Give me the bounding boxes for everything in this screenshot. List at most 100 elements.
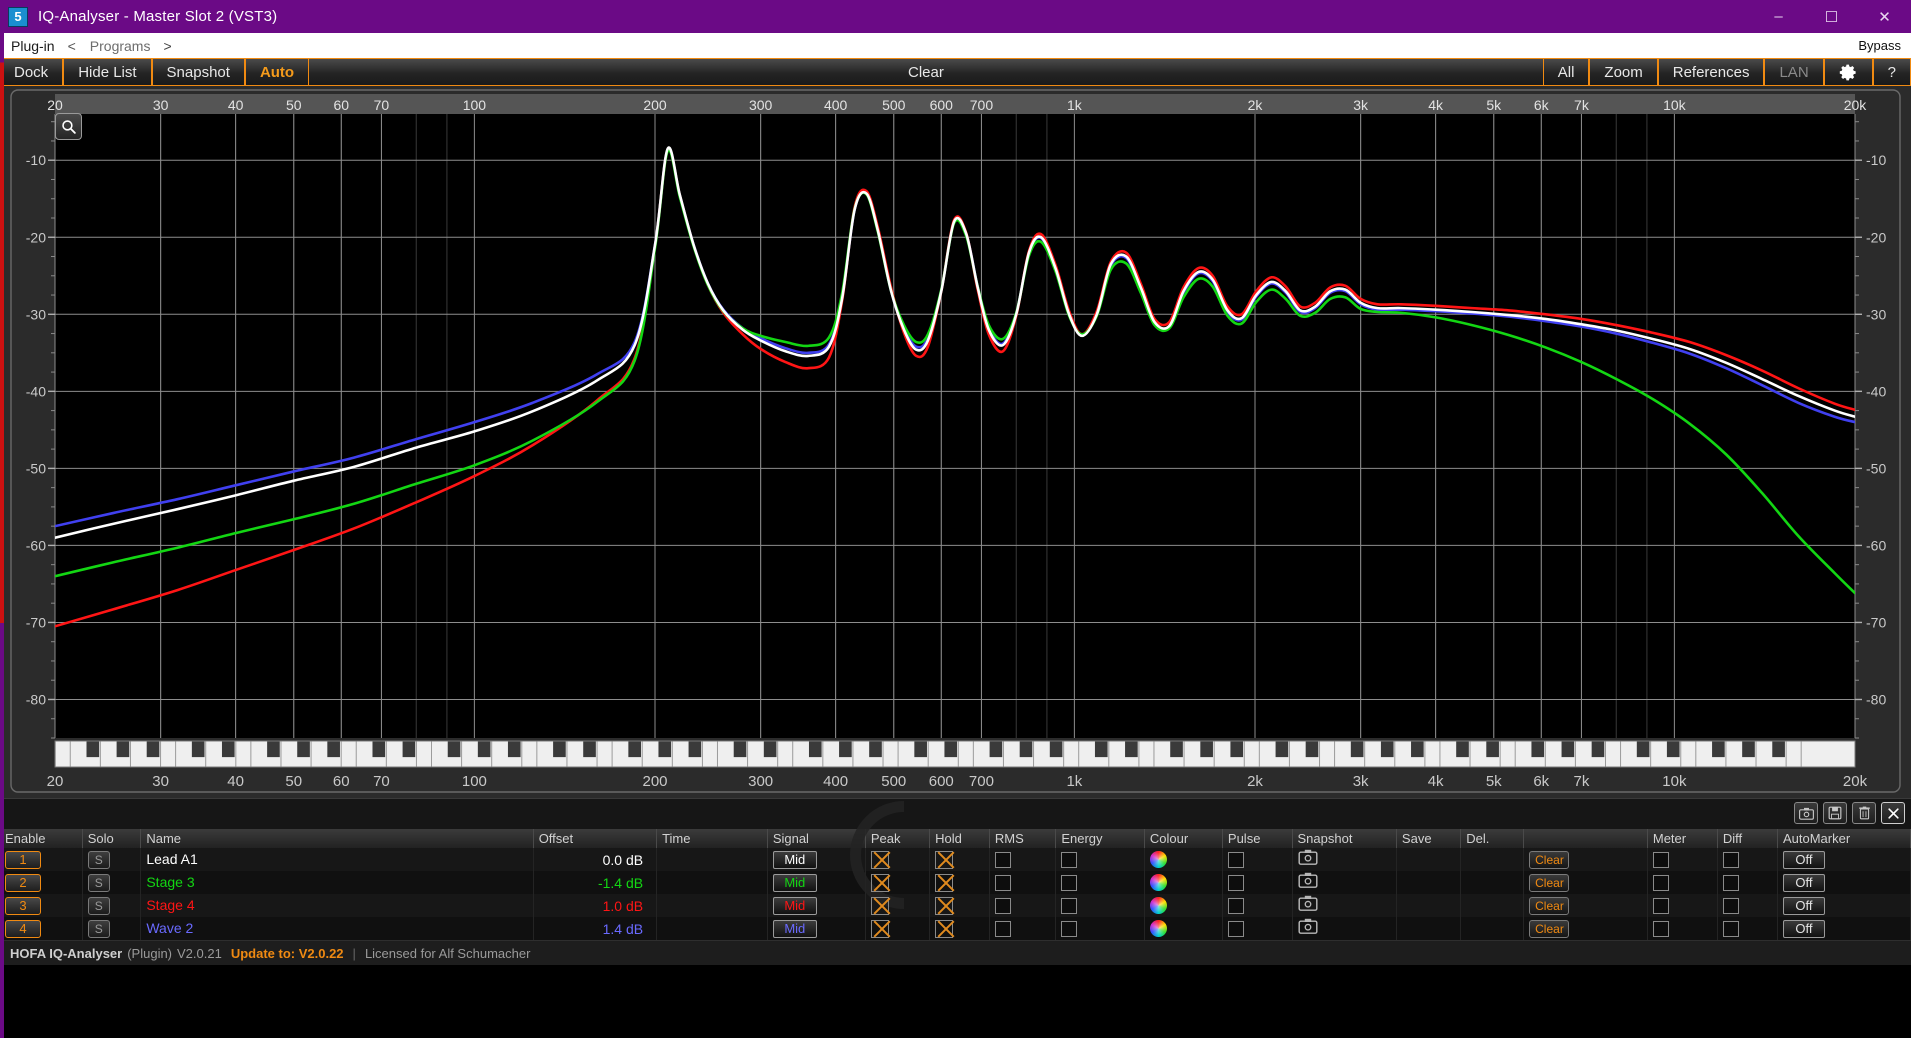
colour-wheel-icon[interactable] bbox=[1149, 897, 1167, 914]
diff-cell[interactable] bbox=[1717, 894, 1778, 917]
enable-cell[interactable]: 4 bbox=[0, 917, 83, 940]
del-cell[interactable] bbox=[1460, 894, 1525, 917]
lan-button[interactable]: LAN bbox=[1764, 59, 1824, 85]
energy-cell[interactable] bbox=[1055, 894, 1145, 917]
clear-cell[interactable]: Clear bbox=[1523, 894, 1648, 917]
graph-zoom-tool-button[interactable] bbox=[55, 113, 82, 140]
pulse-cell[interactable] bbox=[1222, 848, 1293, 871]
signal-mode-button[interactable]: Mid bbox=[772, 873, 817, 892]
diff-cell[interactable] bbox=[1717, 917, 1778, 940]
enable-button[interactable]: 3 bbox=[5, 896, 41, 915]
save-cell[interactable] bbox=[1396, 848, 1462, 871]
colour-cell[interactable] bbox=[1144, 848, 1223, 871]
rms-cell[interactable] bbox=[989, 848, 1057, 871]
zoom-button[interactable]: Zoom bbox=[1589, 59, 1658, 85]
program-prev-button[interactable]: < bbox=[68, 38, 76, 54]
clear-cell[interactable]: Clear bbox=[1523, 917, 1648, 940]
maximize-icon[interactable]: ☐ bbox=[1805, 0, 1858, 33]
signal-cell[interactable]: Mid bbox=[767, 917, 866, 940]
signal-cell[interactable]: Mid bbox=[767, 894, 866, 917]
enable-button[interactable]: 4 bbox=[5, 919, 41, 938]
camera-icon[interactable] bbox=[1297, 849, 1318, 865]
colour-cell[interactable] bbox=[1144, 894, 1223, 917]
automarker-cell[interactable]: Off bbox=[1777, 871, 1911, 894]
colour-wheel-icon[interactable] bbox=[1149, 920, 1167, 937]
hold-cell[interactable] bbox=[929, 848, 990, 871]
clear-button[interactable]: Clear bbox=[1529, 919, 1570, 938]
meter-cell[interactable] bbox=[1647, 917, 1718, 940]
offset-cell[interactable]: 0.0 dB bbox=[533, 848, 658, 871]
camera-icon[interactable] bbox=[1297, 872, 1318, 888]
program-next-button[interactable]: > bbox=[163, 38, 171, 54]
rms-cell[interactable] bbox=[989, 871, 1057, 894]
hold-cell[interactable] bbox=[929, 894, 990, 917]
enable-cell[interactable]: 2 bbox=[0, 871, 83, 894]
energy-cell[interactable] bbox=[1055, 848, 1145, 871]
signal-cell[interactable]: Mid bbox=[767, 871, 866, 894]
table-row[interactable]: 1 S Lead A1 0.0 dB Mid Clear Off bbox=[0, 848, 1911, 871]
meter-checkbox[interactable] bbox=[1652, 897, 1669, 914]
spectrum-plot[interactable]: 20 30 40 50 60 70 100 200 300 400 500 600 700 1k 2k 3k 4… bbox=[0, 86, 1911, 798]
panel-delete-button[interactable] bbox=[1852, 802, 1876, 824]
solo-cell[interactable]: S bbox=[82, 894, 142, 917]
pulse-cell[interactable] bbox=[1222, 917, 1293, 940]
solo-cell[interactable]: S bbox=[82, 848, 142, 871]
solo-cell[interactable]: S bbox=[82, 917, 142, 940]
rms-checkbox[interactable] bbox=[994, 874, 1011, 891]
bypass-label[interactable]: Bypass bbox=[1858, 38, 1901, 53]
clear-button[interactable]: Clear bbox=[1529, 850, 1570, 869]
colour-wheel-icon[interactable] bbox=[1149, 874, 1167, 891]
signal-mode-button[interactable]: Mid bbox=[772, 919, 817, 938]
enable-button[interactable]: 1 bbox=[5, 850, 41, 869]
peak-checkbox[interactable] bbox=[870, 850, 889, 869]
rms-checkbox[interactable] bbox=[994, 920, 1011, 937]
diff-checkbox[interactable] bbox=[1722, 897, 1739, 914]
hold-checkbox[interactable] bbox=[935, 850, 954, 869]
snapshot-cell[interactable] bbox=[1292, 871, 1397, 894]
peak-checkbox[interactable] bbox=[870, 873, 889, 892]
diff-checkbox[interactable] bbox=[1722, 851, 1739, 868]
rms-checkbox[interactable] bbox=[994, 851, 1011, 868]
colour-wheel-icon[interactable] bbox=[1149, 851, 1167, 868]
time-cell[interactable] bbox=[656, 848, 768, 871]
settings-button[interactable] bbox=[1823, 59, 1873, 85]
energy-checkbox[interactable] bbox=[1061, 851, 1078, 868]
del-cell[interactable] bbox=[1460, 871, 1525, 894]
panel-camera-button[interactable] bbox=[1794, 802, 1818, 824]
time-cell[interactable] bbox=[656, 917, 768, 940]
clear-cell[interactable]: Clear bbox=[1523, 848, 1648, 871]
enable-cell[interactable]: 1 bbox=[0, 848, 83, 871]
dock-button[interactable]: Dock bbox=[0, 59, 64, 85]
enable-cell[interactable]: 3 bbox=[0, 894, 83, 917]
minimize-icon[interactable]: – bbox=[1752, 0, 1805, 33]
rms-cell[interactable] bbox=[989, 894, 1057, 917]
automarker-button[interactable]: Off bbox=[1782, 896, 1825, 915]
energy-cell[interactable] bbox=[1055, 917, 1145, 940]
references-button[interactable]: References bbox=[1657, 59, 1765, 85]
energy-checkbox[interactable] bbox=[1061, 920, 1078, 937]
pulse-cell[interactable] bbox=[1222, 871, 1293, 894]
menu-programs[interactable]: Programs bbox=[90, 38, 151, 54]
help-button[interactable]: ? bbox=[1872, 59, 1911, 85]
snapshot-cell[interactable] bbox=[1292, 917, 1397, 940]
hold-cell[interactable] bbox=[929, 871, 990, 894]
energy-cell[interactable] bbox=[1055, 871, 1145, 894]
snapshot-cell[interactable] bbox=[1292, 848, 1397, 871]
spectrum-graph[interactable]: 20 30 40 50 60 70 100 200 300 400 500 600 700 1k 2k 3k 4… bbox=[0, 86, 1911, 798]
menu-plugin[interactable]: Plug-in bbox=[7, 38, 59, 54]
pulse-cell[interactable] bbox=[1222, 894, 1293, 917]
offset-cell[interactable]: -1.4 dB bbox=[533, 871, 658, 894]
rms-checkbox[interactable] bbox=[994, 897, 1011, 914]
camera-icon[interactable] bbox=[1297, 918, 1318, 934]
clear-cell[interactable]: Clear bbox=[1523, 871, 1648, 894]
close-icon[interactable]: ✕ bbox=[1858, 0, 1911, 33]
status-update-link[interactable]: Update to: V2.0.22 bbox=[231, 946, 344, 961]
clear-button[interactable]: Clear bbox=[1529, 873, 1570, 892]
diff-cell[interactable] bbox=[1717, 848, 1778, 871]
save-cell[interactable] bbox=[1396, 871, 1462, 894]
clear-button[interactable]: Clear bbox=[1529, 896, 1570, 915]
panel-close-button[interactable] bbox=[1881, 802, 1905, 824]
table-row[interactable]: 4 S Wave 2 1.4 dB Mid Clear Off bbox=[0, 917, 1911, 940]
colour-cell[interactable] bbox=[1144, 917, 1223, 940]
name-cell[interactable]: Stage 4 bbox=[140, 894, 534, 917]
